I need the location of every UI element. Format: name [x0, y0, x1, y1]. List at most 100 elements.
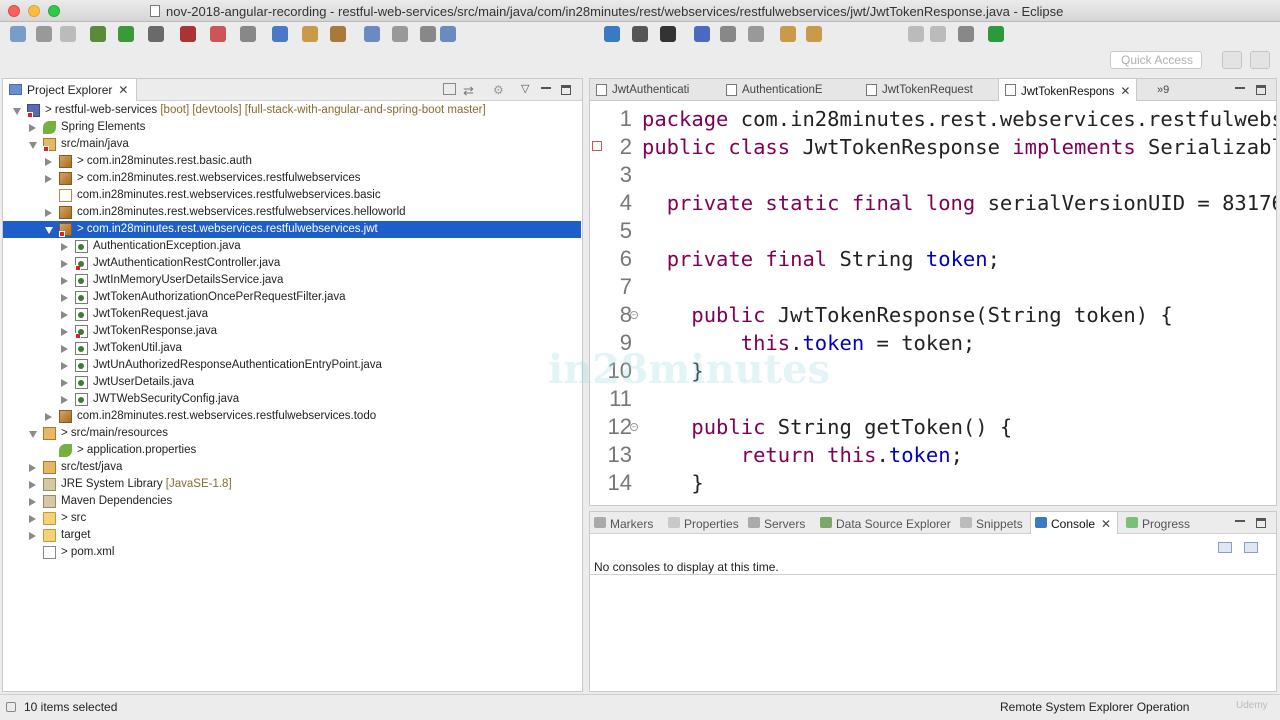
collapsed-arrow-icon[interactable] [61, 294, 68, 302]
minimize-panel-icon[interactable] [1235, 518, 1245, 528]
search-icon[interactable] [392, 26, 408, 42]
console-display-icon[interactable] [1218, 542, 1232, 553]
new-interface-icon[interactable] [330, 26, 346, 42]
expanded-arrow-icon[interactable] [13, 108, 21, 115]
debug-icon[interactable] [90, 26, 106, 42]
tree-item[interactable]: com.in28minutes.rest.webservices.restful… [3, 204, 581, 221]
collapsed-arrow-icon[interactable] [29, 498, 36, 506]
new-package-icon[interactable] [302, 26, 318, 42]
zoom-window-button[interactable] [48, 5, 60, 17]
collapsed-arrow-icon[interactable] [61, 362, 68, 370]
tab-overflow[interactable]: »9 [1157, 84, 1169, 96]
tree-item-java-file[interactable]: JwtUnAuthorizedResponseAuthenticationEnt… [3, 357, 581, 374]
editor-tab[interactable]: AuthenticationE [720, 79, 829, 101]
tree-item-java-file[interactable]: JwtTokenResponse.java [3, 323, 581, 340]
tree-item[interactable]: JRE System Library [JavaSE-1.8] [3, 476, 581, 493]
build-icon[interactable] [240, 26, 256, 42]
collapsed-arrow-icon[interactable] [29, 515, 36, 523]
tree-item[interactable]: > com.in28minutes.rest.webservices.restf… [3, 170, 581, 187]
nav-back-icon[interactable] [748, 26, 764, 42]
bottom-tab-data-source-explorer[interactable]: Data Source Explorer [816, 512, 957, 534]
tree-item[interactable]: com.in28minutes.rest.webservices.restful… [3, 408, 581, 425]
tree-item-java-file[interactable]: JWTWebSecurityConfig.java [3, 391, 581, 408]
collapsed-arrow-icon[interactable] [29, 481, 36, 489]
collapsed-arrow-icon[interactable] [61, 260, 68, 268]
tree-item-java-file[interactable]: JwtInMemoryUserDetailsService.java [3, 272, 581, 289]
collapsed-arrow-icon[interactable] [61, 243, 68, 251]
tree-item[interactable]: > com.in28minutes.rest.basic.auth [3, 153, 581, 170]
stop-icon[interactable] [210, 26, 226, 42]
open-console-icon[interactable] [1244, 542, 1258, 553]
save-all-icon[interactable] [60, 26, 76, 42]
code-area[interactable]: 1 package com.in28minutes.rest.webservice… [590, 105, 1276, 503]
bookmark-icon[interactable] [720, 26, 736, 42]
open-type-icon[interactable] [364, 26, 380, 42]
close-icon[interactable]: ✕ [1120, 84, 1130, 98]
maximize-view-icon[interactable] [561, 85, 571, 95]
expanded-arrow-icon[interactable] [29, 142, 37, 149]
skip-icon[interactable] [930, 26, 946, 42]
tab-project-explorer[interactable]: Project Explorer ✕ [3, 79, 138, 101]
close-icon[interactable]: ✕ [118, 83, 128, 97]
bottom-tab-progress[interactable]: Progress [1122, 512, 1196, 534]
collapsed-arrow-icon[interactable] [29, 464, 36, 472]
tree-item[interactable]: com.in28minutes.rest.webservices.restful… [3, 187, 581, 204]
collapsed-arrow-icon[interactable] [45, 209, 52, 217]
task-icon[interactable] [420, 26, 436, 42]
collapsed-arrow-icon[interactable] [45, 158, 52, 166]
tree-item[interactable]: target [3, 527, 581, 544]
bottom-tab-console[interactable]: Console ✕ [1030, 512, 1119, 534]
open-resource-icon[interactable] [440, 26, 456, 42]
tree-item-java-file[interactable]: JwtAuthenticationRestController.java [3, 255, 581, 272]
close-window-button[interactable] [8, 5, 20, 17]
collapse-all-icon[interactable] [443, 83, 456, 95]
collapsed-arrow-icon[interactable] [61, 311, 68, 319]
editor-tab[interactable]: JwtTokenRespons ✕ [998, 79, 1138, 101]
coverage-icon[interactable] [180, 26, 196, 42]
collapsed-arrow-icon[interactable] [29, 124, 36, 132]
run-icon[interactable] [118, 26, 134, 42]
collapsed-arrow-icon[interactable] [29, 532, 36, 540]
link-with-editor-icon[interactable]: ⇄ [463, 83, 474, 99]
tree-item-java-file[interactable]: AuthenticationException.java [3, 238, 581, 255]
tree-item-java-file[interactable]: JwtTokenRequest.java [3, 306, 581, 323]
last-edit-icon[interactable] [908, 26, 924, 42]
collapsed-arrow-icon[interactable] [45, 175, 52, 183]
tree-item[interactable]: src/main/java [3, 136, 581, 153]
editor-tab[interactable]: JwtAuthenticati [590, 79, 695, 101]
nav-forward-icon[interactable] [780, 26, 796, 42]
open-perspective-button[interactable] [1222, 51, 1242, 69]
profile-icon[interactable] [660, 26, 676, 42]
minimize-view-icon[interactable] [541, 85, 551, 95]
expanded-arrow-icon[interactable] [29, 431, 37, 438]
collapsed-arrow-icon[interactable] [45, 413, 52, 421]
tree-item[interactable]: > src/main/resources [3, 425, 581, 442]
collapsed-arrow-icon[interactable] [61, 345, 68, 353]
tree-item[interactable]: > application.properties [3, 442, 581, 459]
bottom-tab-servers[interactable]: Servers [744, 512, 811, 534]
tree-item-java-file[interactable]: JwtTokenUtil.java [3, 340, 581, 357]
close-icon[interactable]: ✕ [1101, 517, 1111, 531]
annotation-icon[interactable] [806, 26, 822, 42]
quick-access-input[interactable]: Quick Access [1110, 51, 1202, 69]
expanded-arrow-icon[interactable] [45, 227, 53, 234]
collapsed-arrow-icon[interactable] [61, 396, 68, 404]
bottom-tab-properties[interactable]: Properties [664, 512, 745, 534]
tree-item[interactable]: Spring Elements [3, 119, 581, 136]
minimize-editor-icon[interactable] [1235, 85, 1245, 95]
tree-item[interactable]: > pom.xml [3, 544, 581, 561]
save-icon[interactable] [36, 26, 52, 42]
tree-item[interactable]: > restful-web-services [boot] [devtools]… [3, 102, 581, 119]
collapsed-arrow-icon[interactable] [61, 379, 68, 387]
fold-toggle-icon[interactable]: − [630, 311, 638, 319]
globe-icon[interactable] [604, 26, 620, 42]
bottom-tab-snippets[interactable]: Snippets [956, 512, 1029, 534]
maximize-panel-icon[interactable] [1256, 518, 1266, 528]
filter-icon[interactable]: ⚙ [493, 83, 504, 97]
tree-item-java-file[interactable]: JwtUserDetails.java [3, 374, 581, 391]
tree-item[interactable]: Maven Dependencies [3, 493, 581, 510]
refresh-icon[interactable] [958, 26, 974, 42]
editor-tab[interactable]: JwtTokenRequest [860, 79, 979, 101]
fold-toggle-icon[interactable]: − [630, 423, 638, 431]
tree-item[interactable]: > com.in28minutes.rest.webservices.restf… [3, 221, 581, 238]
